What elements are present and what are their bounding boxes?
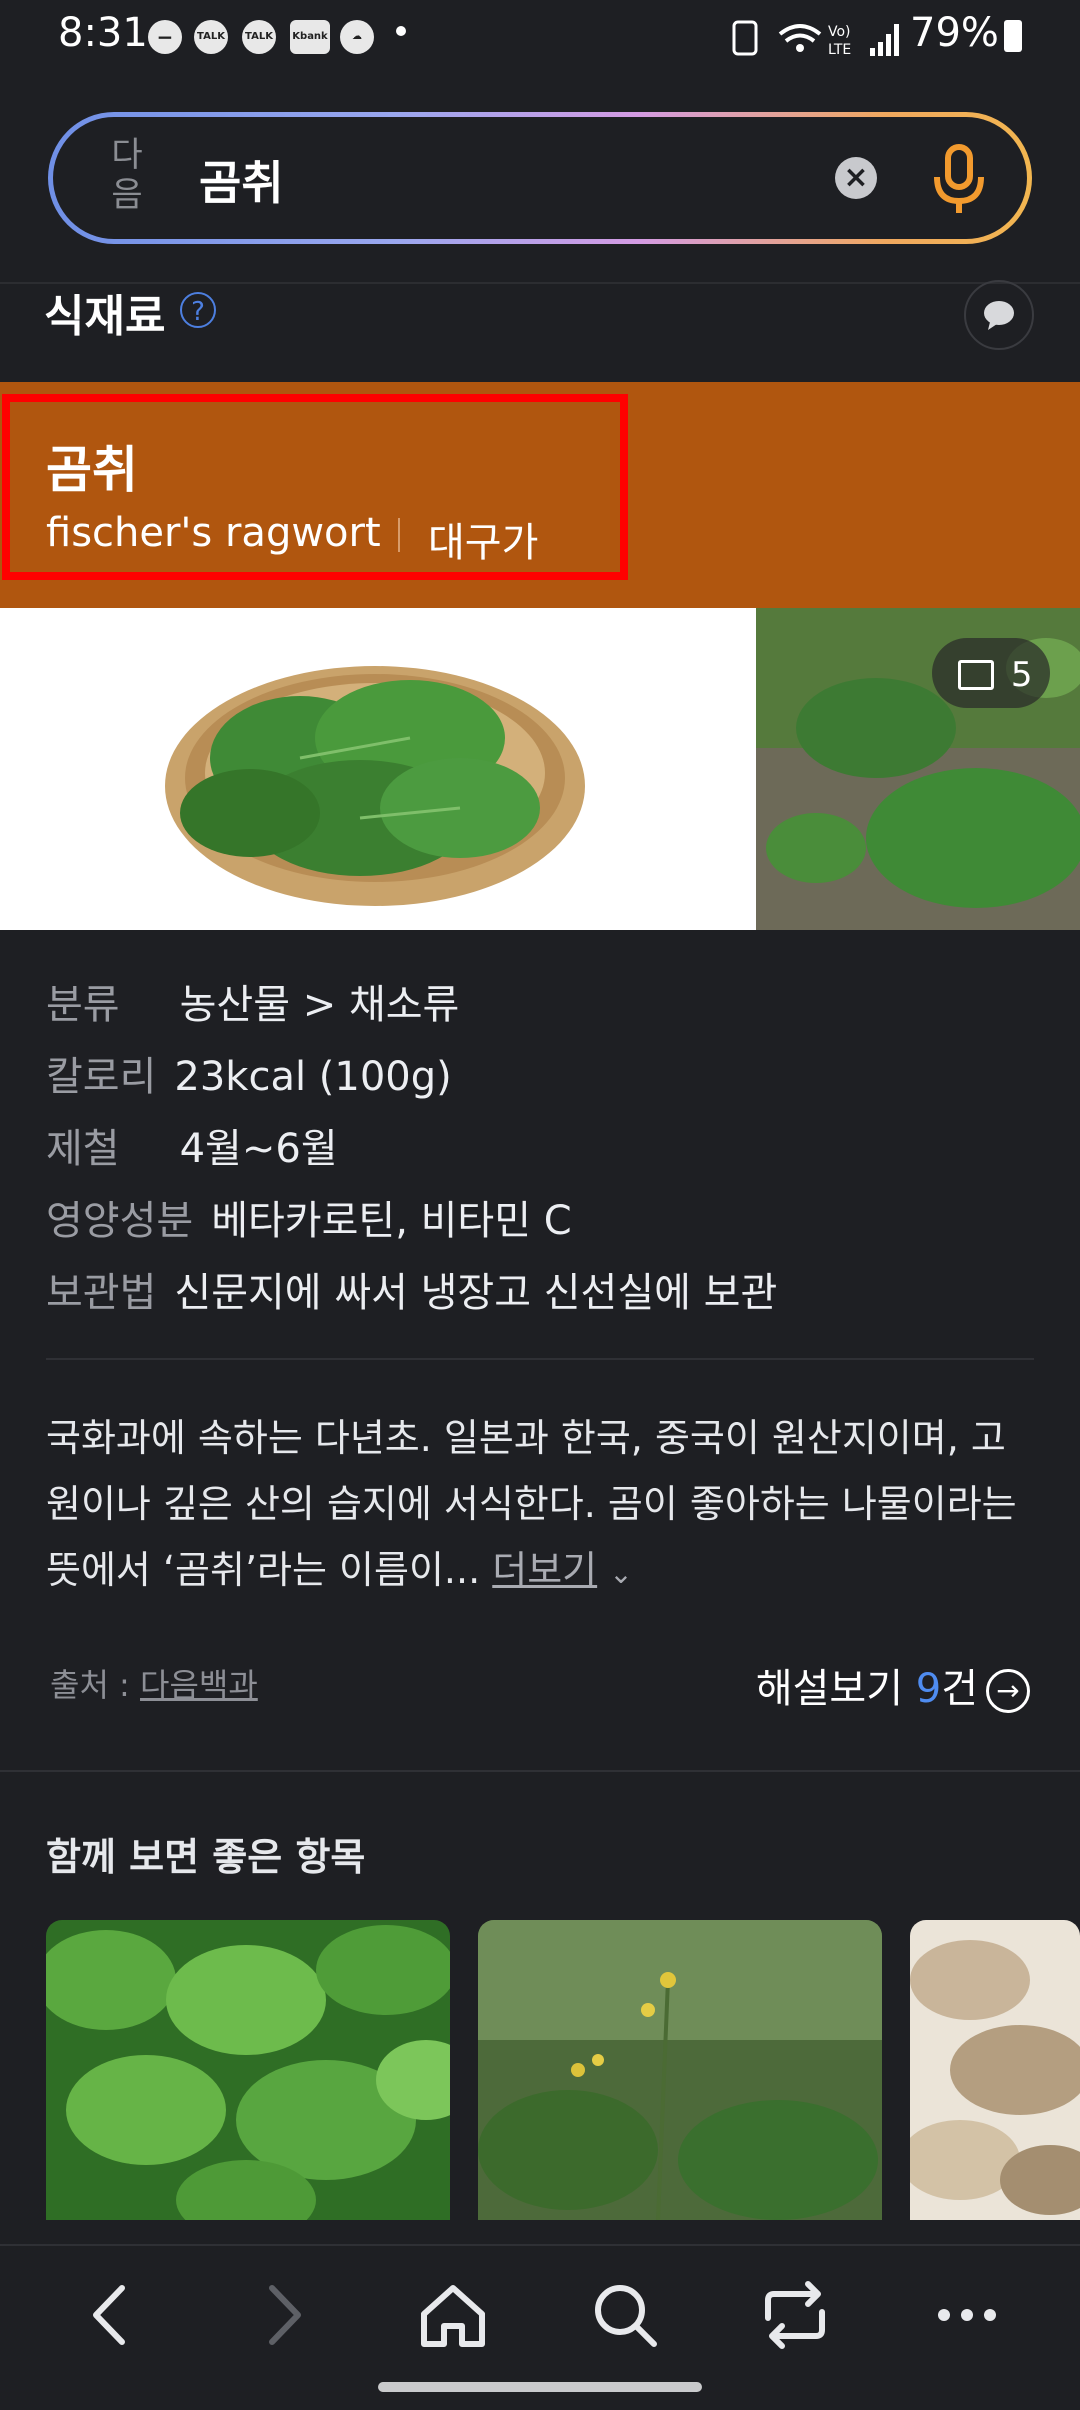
gallery-count: 5 [1010, 654, 1033, 695]
info-row-calorie: 칼로리 23kcal (100g) [46, 1044, 452, 1102]
daum-logo[interactable]: 다 음 [103, 135, 151, 215]
highlight-box [2, 394, 628, 580]
explain-unit: 건 [941, 1666, 978, 1712]
info-row-category: 분류 농산물 > 채소류 [46, 972, 459, 1030]
section-title: 식재료 [44, 291, 166, 342]
description: 국화과에 속하는 다년초. 일본과 한국, 중국이 원산지이며, 고원이나 깊은… [46, 1405, 1036, 1607]
related-item-1[interactable] [46, 1920, 450, 2220]
info-value: 베타카로틴, 비타민 C [211, 1198, 572, 1244]
search-bar[interactable]: 다 음 곰취 × [48, 112, 1032, 244]
info-row-season: 제철 4월~6월 [46, 1116, 338, 1174]
back-button[interactable] [66, 2270, 156, 2360]
info-value: 농산물 > 채소류 [179, 982, 460, 1028]
chevron-down-icon: ⌄ [609, 1557, 633, 1590]
gallery-count-button[interactable]: 5 [932, 638, 1050, 708]
info-label: 제철 [46, 1126, 120, 1172]
source: 출처 : 다음백과 [50, 1660, 258, 1706]
related-item-3[interactable] [910, 1920, 1080, 2220]
info-label: 분류 [46, 982, 120, 1028]
battery-icon [1004, 20, 1022, 52]
chat-icon: ☁ [340, 20, 374, 54]
battery-percent: 79% [910, 10, 999, 56]
source-link[interactable]: 다음백과 [140, 1666, 258, 1704]
related-item-2[interactable] [478, 1920, 882, 2220]
explain-label: 해설보기 [755, 1666, 916, 1712]
comment-button[interactable] [964, 280, 1034, 350]
kakaotalk-icon: TALK [194, 20, 228, 54]
kakaotalk-icon: TALK [242, 20, 276, 54]
arrow-right-icon: → [986, 1669, 1030, 1713]
gesture-bar[interactable] [378, 2382, 702, 2392]
forward-button[interactable] [238, 2270, 328, 2360]
info-label: 보관법 [46, 1270, 157, 1316]
info-value: 23kcal (100g) [174, 1054, 452, 1100]
help-icon[interactable]: ? [180, 292, 216, 328]
more-link[interactable]: 더보기 [492, 1548, 597, 1592]
svg-text:LTE: LTE [828, 42, 851, 58]
info-row-nutrients: 영양성분 베타카로틴, 비타민 C [46, 1188, 572, 1246]
dnd-icon: − [148, 20, 182, 54]
main-image[interactable] [0, 608, 756, 930]
explain-button[interactable]: 해설보기 9건 → [756, 1656, 1030, 1714]
divider [0, 1770, 1080, 1772]
related-title: 함께 보면 좋은 항목 [46, 1835, 366, 1879]
search-button[interactable] [580, 2270, 670, 2360]
search-input[interactable]: 곰취 [199, 147, 284, 213]
image-icon [958, 659, 994, 690]
clear-icon[interactable]: × [835, 157, 877, 199]
more-menu-button[interactable] [922, 2270, 1012, 2360]
info-label: 칼로리 [46, 1054, 157, 1100]
tabs-button[interactable] [750, 2270, 840, 2360]
status-time: 8:31 [58, 10, 148, 56]
kbank-icon: Kbank [290, 20, 330, 54]
source-label: 출처 : [50, 1666, 141, 1704]
info-value: 4월~6월 [179, 1126, 338, 1172]
info-label: 영양성분 [46, 1198, 194, 1244]
divider [46, 1358, 1034, 1360]
info-value: 신문지에 싸서 냉장고 신선실에 보관 [174, 1270, 778, 1316]
home-button[interactable] [408, 2270, 498, 2360]
more-notifications-icon [396, 26, 406, 36]
explain-count: 9 [915, 1666, 942, 1712]
status-bar: 8:31 − TALK TALK Kbank ☁ Vo) LTE 79% [0, 0, 1080, 75]
svg-text:Vo): Vo) [828, 24, 851, 40]
info-row-storage: 보관법 신문지에 싸서 냉장고 신선실에 보관 [46, 1260, 777, 1318]
mic-icon[interactable] [929, 143, 989, 217]
